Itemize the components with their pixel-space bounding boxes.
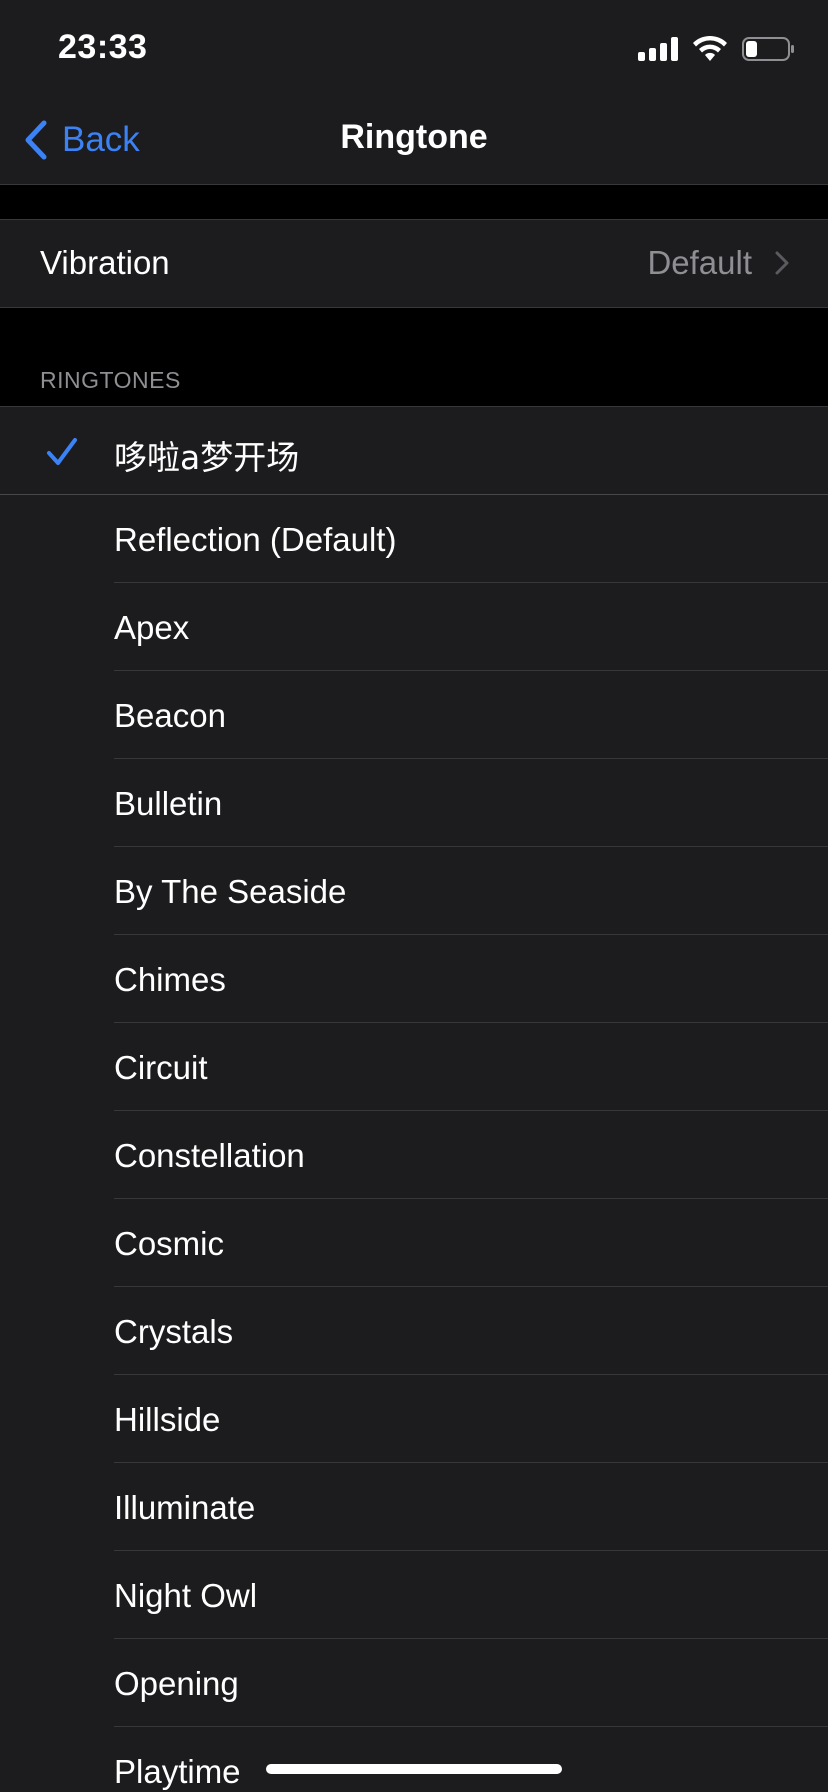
ringtone-row[interactable]: Reflection (Default): [0, 495, 828, 583]
ringtone-label: Illuminate: [114, 1489, 256, 1526]
selected-ringtone-label: 哆啦a梦开场: [114, 438, 300, 477]
ringtone-label: Beacon: [114, 697, 226, 734]
chevron-right-icon: [775, 251, 789, 275]
ringtone-label: Opening: [114, 1665, 239, 1702]
ringtone-label: Reflection (Default): [114, 521, 397, 558]
ringtone-row[interactable]: Hillside: [0, 1375, 828, 1463]
cellular-signal-icon: [638, 37, 678, 61]
ringtone-row-selected[interactable]: 哆啦a梦开场: [0, 406, 828, 496]
checkmark-icon: [47, 438, 77, 465]
ringtone-label: Bulletin: [114, 785, 223, 822]
ringtone-row[interactable]: Constellation: [0, 1111, 828, 1199]
home-indicator[interactable]: [266, 1764, 562, 1774]
ringtone-row[interactable]: Illuminate: [0, 1463, 828, 1551]
ringtone-screen: 23:33 Back Ringtone Vibration Default RI…: [0, 0, 828, 1792]
vibration-label: Vibration: [40, 244, 170, 281]
wifi-icon: [693, 35, 727, 61]
ringtone-row[interactable]: By The Seaside: [0, 847, 828, 935]
ringtone-row[interactable]: Cosmic: [0, 1199, 828, 1287]
navigation-bar: 23:33 Back Ringtone: [0, 0, 828, 185]
ringtone-label: Circuit: [114, 1049, 208, 1086]
ringtone-label: By The Seaside: [114, 873, 347, 910]
ringtones-section-header: RINGTONES: [40, 367, 181, 393]
vibration-row[interactable]: Vibration Default: [0, 219, 828, 308]
ringtone-label: Playtime: [114, 1753, 241, 1790]
vibration-value: Default: [647, 244, 752, 281]
ringtone-row[interactable]: Opening: [0, 1639, 828, 1727]
page-title: Ringtone: [340, 118, 488, 156]
ringtone-row[interactable]: Bulletin: [0, 759, 828, 847]
ringtone-label: Chimes: [114, 961, 226, 998]
ringtone-row[interactable]: Apex: [0, 583, 828, 671]
ringtone-label: Apex: [114, 609, 190, 646]
ringtone-label: Cosmic: [114, 1225, 225, 1262]
ringtone-row[interactable]: Night Owl: [0, 1551, 828, 1639]
status-time: 23:33: [58, 28, 148, 66]
ringtone-list: Reflection (Default) Apex Beacon Bulletin By…: [0, 495, 828, 1792]
ringtone-label: Constellation: [114, 1137, 305, 1174]
ringtone-label: Crystals: [114, 1313, 234, 1350]
status-icons: [638, 34, 796, 64]
ringtone-label: Hillside: [114, 1401, 221, 1438]
ringtone-row[interactable]: Chimes: [0, 935, 828, 1023]
battery-icon: [742, 37, 794, 61]
ringtone-label: Night Owl: [114, 1577, 258, 1614]
ringtone-row[interactable]: Crystals: [0, 1287, 828, 1375]
ringtone-row[interactable]: Playtime: [0, 1727, 828, 1792]
ringtone-row[interactable]: Circuit: [0, 1023, 828, 1111]
ringtone-row[interactable]: Beacon: [0, 671, 828, 759]
